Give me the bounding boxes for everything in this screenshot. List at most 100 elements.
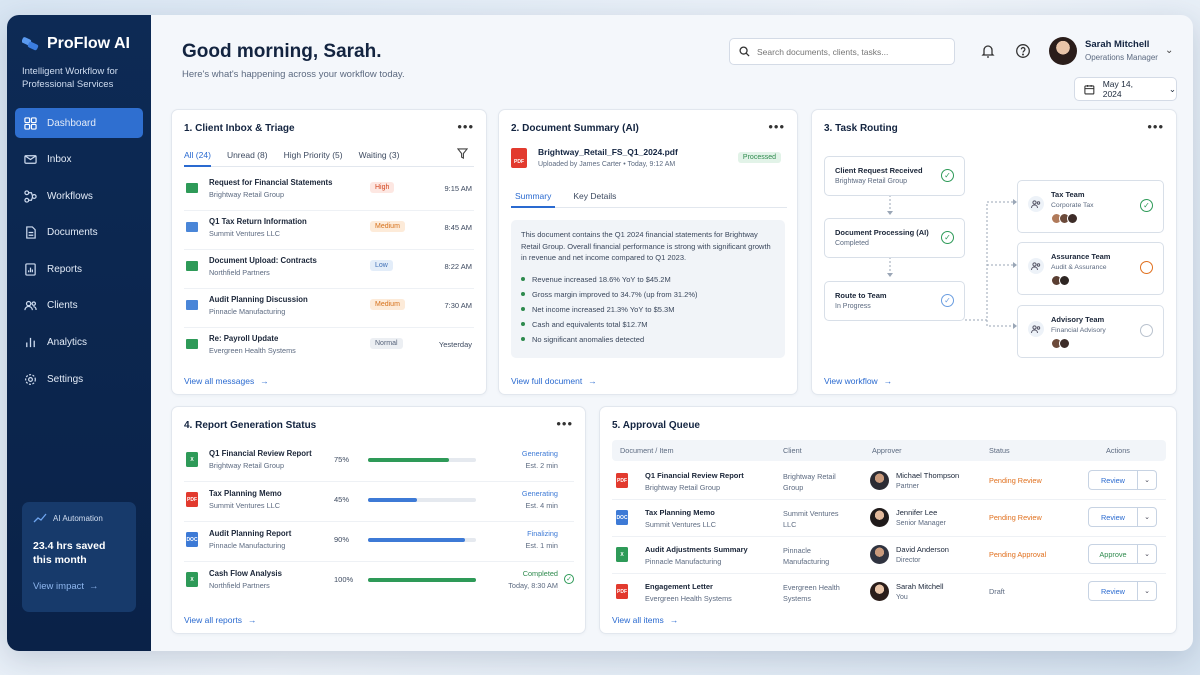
view-impact-link[interactable]: View impact → (33, 581, 125, 592)
team-card-advisory[interactable]: Advisory Team Financial Advisory (1017, 305, 1164, 358)
bar-chart-icon (26, 337, 35, 348)
empty-circle-icon (1140, 324, 1153, 337)
sidebar-item-reports[interactable]: Reports (15, 254, 143, 284)
view-all-items-link[interactable]: View all items → (612, 615, 678, 625)
more-icon[interactable]: ••• (457, 119, 474, 134)
message-subject: Re: Payroll Update (209, 334, 279, 343)
item-name[interactable]: Q1 Financial Review Report (645, 471, 744, 480)
view-workflow-link[interactable]: View workflow → (824, 376, 892, 386)
workflow-icon (24, 190, 37, 203)
view-full-document-link[interactable]: View full document → (511, 376, 597, 386)
list-item[interactable]: Audit Planning Discussion Pinnacle Manuf… (184, 289, 474, 328)
message-time: 8:45 AM (444, 223, 472, 232)
report-row[interactable]: DOC Audit Planning Report Pinnacle Manuf… (184, 522, 574, 562)
search-box[interactable] (729, 38, 955, 65)
view-all-messages-link[interactable]: View all messages → (184, 376, 269, 386)
sidebar-item-label: Workflows (47, 190, 93, 202)
sidebar-item-dashboard[interactable]: Dashboard (15, 108, 143, 138)
automation-value: 23.4 hrs saved this month (33, 540, 106, 566)
team-card-assurance[interactable]: Assurance Team Audit & Assurance (1017, 242, 1164, 295)
item-name[interactable]: Engagement Letter (645, 582, 713, 591)
search-input[interactable] (757, 46, 947, 57)
item-sub: Brightway Retail Group (645, 483, 721, 492)
check-circle-icon: ✓ (564, 574, 574, 584)
users-icon (1028, 321, 1044, 337)
team-sub: Corporate Tax (1051, 202, 1094, 209)
document-name[interactable]: Brightway_Retail_FS_Q1_2024.pdf (538, 147, 678, 157)
approver-role: Partner (896, 483, 919, 490)
approve-button[interactable]: Approve (1088, 544, 1138, 564)
report-percent: 90% (334, 535, 350, 544)
sidebar-item-workflows[interactable]: Workflows (15, 181, 143, 211)
list-item[interactable]: Q1 Tax Return Information Summit Venture… (184, 211, 474, 250)
tab-waiting[interactable]: Waiting (3) (359, 146, 400, 167)
chevron-down-icon[interactable]: ⌄ (1138, 507, 1157, 527)
chevron-down-icon: ⌄ (1168, 83, 1176, 94)
report-percent: 100% (334, 575, 354, 584)
list-item[interactable]: Document Upload: Contracts Northfield Pa… (184, 250, 474, 289)
team-card-tax[interactable]: Tax Team Corporate Tax ✓ (1017, 180, 1164, 233)
item-name[interactable]: Audit Adjustments Summary (645, 545, 748, 554)
date-picker[interactable]: May 14, 2024 ⌄ (1074, 77, 1177, 101)
brand[interactable]: ProFlow AI (22, 35, 130, 53)
automation-title: AI Automation (53, 513, 103, 523)
chevron-down-icon[interactable]: ⌄ (1138, 544, 1157, 564)
routing-step[interactable]: Route to Team In Progress ✓ (824, 281, 965, 321)
link-label: View all items (612, 615, 664, 625)
item-name[interactable]: Tax Planning Memo (645, 508, 715, 517)
report-estimate: Est. 1 min (525, 541, 558, 550)
routing-step[interactable]: Client Request Received Brightway Retail… (824, 156, 965, 196)
sidebar-item-analytics[interactable]: Analytics (15, 328, 143, 358)
user-name[interactable]: Sarah Mitchell (1085, 39, 1149, 50)
step-sub: In Progress (835, 303, 871, 310)
bell-icon[interactable] (980, 43, 996, 59)
user-avatar[interactable] (1049, 37, 1077, 65)
report-row[interactable]: X Q1 Financial Review Report Brightway R… (184, 442, 574, 482)
message-subject: Audit Planning Discussion (209, 295, 308, 304)
help-icon[interactable] (1015, 43, 1031, 59)
sidebar-item-clients[interactable]: Clients (15, 291, 143, 321)
page-subtitle: Here's what's happening across your work… (182, 69, 405, 80)
pdf-file-icon: PDF (616, 473, 628, 488)
chevron-down-icon[interactable]: ⌄ (1138, 470, 1157, 490)
tab-key-details[interactable]: Key Details (569, 186, 620, 208)
tab-all[interactable]: All (24) (184, 146, 211, 167)
step-title: Route to Team (835, 291, 887, 300)
tab-summary[interactable]: Summary (511, 186, 556, 208)
list-item[interactable]: Re: Payroll Update Evergreen Health Syst… (184, 328, 474, 367)
item-client: Brightway Retail Group (783, 472, 836, 492)
approver-role: You (896, 594, 908, 601)
sidebar-item-documents[interactable]: Documents (15, 218, 143, 248)
sidebar-item-settings[interactable]: Settings (15, 364, 143, 394)
more-icon[interactable]: ••• (556, 416, 573, 431)
review-button[interactable]: Review (1088, 581, 1138, 601)
chevron-down-icon[interactable]: ⌄ (1138, 581, 1157, 601)
sheet-mail-icon (186, 261, 198, 271)
report-estimate: Today, 8:30 AM (508, 581, 558, 590)
report-row[interactable]: PDF Tax Planning Memo Summit Ventures LL… (184, 482, 574, 522)
view-impact-label: View impact (33, 581, 85, 592)
message-time: 7:30 AM (444, 301, 472, 310)
status-badge: Processed (737, 152, 781, 163)
list-item[interactable]: Request for Financial Statements Brightw… (184, 172, 474, 211)
progress-fill (368, 538, 466, 542)
sidebar-item-inbox[interactable]: Inbox (15, 145, 143, 175)
progress-fill (368, 458, 449, 462)
review-button[interactable]: Review (1088, 470, 1138, 490)
avatar (1059, 338, 1070, 349)
report-row[interactable]: X Cash Flow Analysis Northfield Partners… (184, 562, 574, 602)
more-icon[interactable]: ••• (768, 119, 785, 134)
view-all-reports-link[interactable]: View all reports → (184, 615, 256, 625)
chevron-down-icon[interactable]: ⌄ (1165, 45, 1173, 56)
message-time: 8:22 AM (444, 262, 472, 271)
tab-unread[interactable]: Unread (8) (227, 146, 268, 167)
avatar (870, 471, 889, 490)
link-label: View all reports (184, 615, 242, 625)
review-button[interactable]: Review (1088, 507, 1138, 527)
tab-high-priority[interactable]: High Priority (5) (284, 146, 343, 167)
arrow-right-icon: → (883, 376, 893, 386)
filter-icon[interactable] (457, 148, 468, 159)
progress-fill (368, 578, 476, 582)
routing-step[interactable]: Document Processing (AI) Completed ✓ (824, 218, 965, 258)
sheet-mail-icon (186, 183, 198, 193)
